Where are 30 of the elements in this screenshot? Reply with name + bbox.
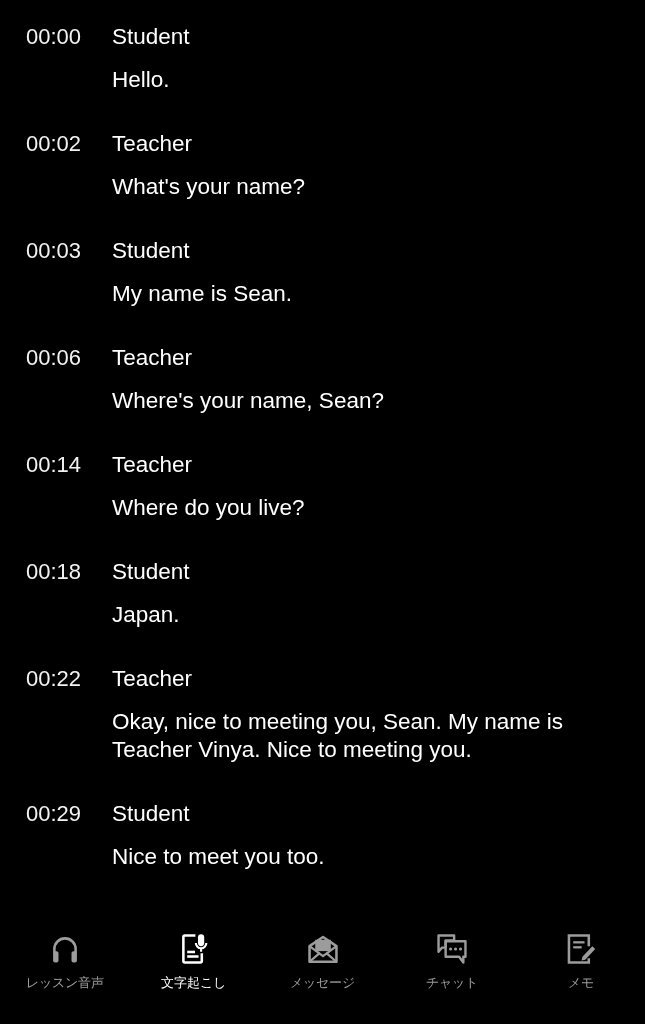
speaker-name: Student	[112, 558, 191, 586]
nav-tab[interactable]: レッスン音声	[9, 932, 120, 991]
utterance-text: Okay, nice to meeting you, Sean. My name is Teacher Vinya. Nice to meeting you.	[112, 708, 565, 764]
timestamp: 00:06	[26, 344, 83, 372]
timestamp: 00:14	[26, 451, 83, 479]
nav-tab[interactable]: チャット	[396, 932, 507, 991]
nav-tab[interactable]: メモ	[525, 932, 636, 991]
nav-tab[interactable]: メッセージ	[267, 932, 378, 991]
utterance-text: Where's your name, Sean?	[112, 387, 385, 415]
utterance-text: My name is Sean.	[112, 280, 294, 308]
timestamp: 00:22	[26, 665, 83, 693]
speaker-name: Student	[112, 23, 191, 51]
speaker-name: Teacher	[112, 665, 194, 693]
timestamp: 00:02	[26, 130, 83, 158]
timestamp: 00:18	[26, 558, 83, 586]
speaker-name: Student	[112, 800, 191, 828]
timestamp: 00:00	[26, 23, 83, 51]
speaker-name: Teacher	[112, 451, 194, 479]
utterance-text: What's your name?	[112, 173, 307, 201]
chat-bubbles-icon	[434, 932, 469, 966]
nav-tab[interactable]: 文字起こし	[138, 932, 249, 991]
speaker-name: Teacher	[112, 130, 194, 158]
timestamp: 00:03	[26, 237, 83, 265]
speaker-name: Teacher	[112, 344, 194, 372]
utterance-text: Japan.	[112, 601, 181, 629]
utterance-text: Nice to meet you too.	[112, 843, 326, 871]
timestamp: 00:29	[26, 800, 83, 828]
speaker-name: Student	[112, 237, 191, 265]
utterance-text: Hello.	[112, 66, 171, 94]
utterance-text: Where do you live?	[112, 494, 306, 522]
